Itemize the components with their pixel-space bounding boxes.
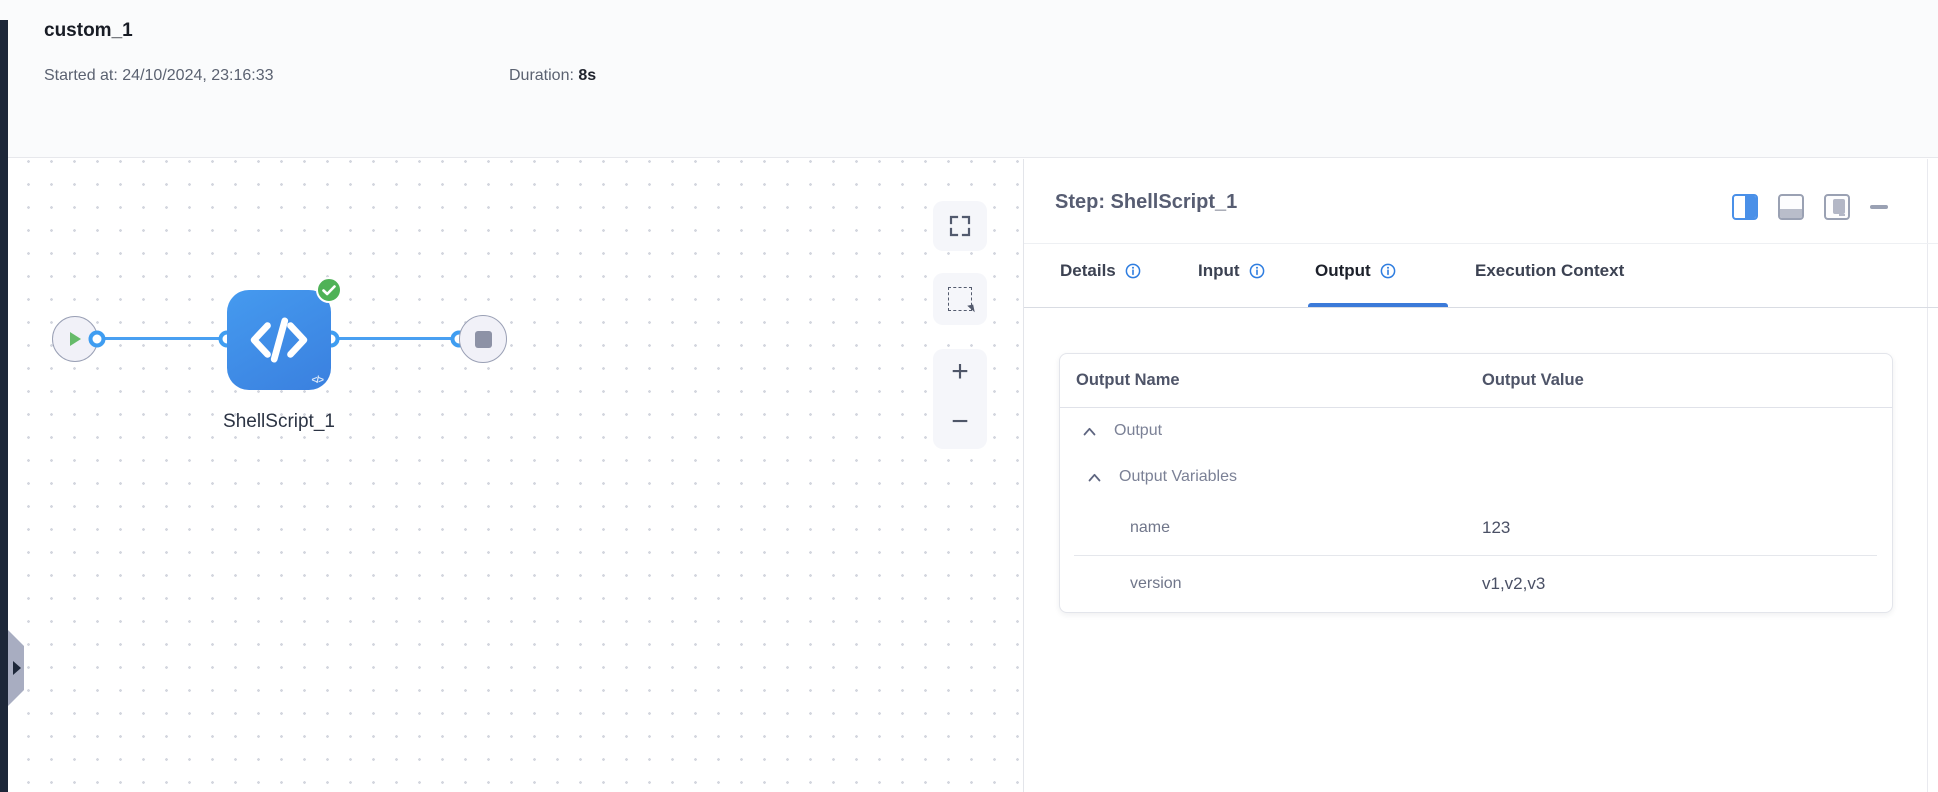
panel-edge-divider bbox=[1927, 159, 1928, 792]
code-icon bbox=[250, 317, 308, 363]
column-output-value: Output Value bbox=[1482, 371, 1584, 389]
output-variable-value: 123 bbox=[1482, 517, 1511, 537]
chevron-up-icon bbox=[1088, 473, 1101, 481]
tabs-bottom-divider bbox=[1024, 307, 1938, 308]
table-row: Output bbox=[1060, 408, 1892, 454]
chevron-up-icon bbox=[1083, 427, 1096, 435]
output-variable-name: version bbox=[1130, 574, 1182, 592]
shellscript-step-node[interactable]: </> bbox=[227, 290, 331, 390]
started-at-text: Started at: 24/10/2024, 23:16:33 bbox=[44, 67, 274, 85]
output-variable-value: v1,v2,v3 bbox=[1482, 573, 1546, 593]
step-node-label: ShellScript_1 bbox=[223, 411, 335, 432]
pipeline-canvas[interactable]: </> ShellScript_1 + − bbox=[8, 159, 1024, 792]
column-output-name: Output Name bbox=[1076, 371, 1180, 389]
panel-layout-controls bbox=[1732, 194, 1888, 220]
tab-output-active[interactable]: Output bbox=[1315, 261, 1396, 281]
info-icon bbox=[1125, 263, 1141, 279]
tab-details[interactable]: Details bbox=[1060, 261, 1141, 281]
info-icon bbox=[1249, 263, 1264, 279]
started-at-label: Started at: bbox=[44, 67, 118, 84]
expand-sidebar-handle[interactable] bbox=[8, 630, 24, 706]
selection-box-icon bbox=[948, 287, 972, 311]
execution-detail-page: custom_1 Started at: 24/10/2024, 23:16:3… bbox=[0, 0, 1938, 792]
run-title: custom_1 bbox=[44, 20, 133, 41]
check-icon bbox=[322, 284, 336, 295]
minimize-panel-icon[interactable] bbox=[1870, 205, 1888, 209]
port-start-out[interactable] bbox=[88, 330, 106, 348]
edge-start-to-step bbox=[97, 337, 228, 340]
sidebar-handle-shape bbox=[8, 630, 24, 706]
layout-bottom-panel-icon[interactable] bbox=[1778, 194, 1804, 220]
tab-execution-context[interactable]: Execution Context bbox=[1475, 261, 1624, 281]
tab-input[interactable]: Input bbox=[1198, 261, 1265, 281]
left-edge-rail bbox=[0, 20, 8, 792]
zoom-controls: + − bbox=[933, 349, 987, 449]
tab-output-label: Output bbox=[1315, 261, 1371, 280]
success-check-badge bbox=[316, 277, 342, 303]
layout-drawer-icon[interactable] bbox=[1824, 194, 1850, 220]
table-row: version v1,v2,v3 bbox=[1060, 556, 1892, 611]
duration-text: Duration: 8s bbox=[509, 67, 596, 85]
duration-value: 8s bbox=[578, 67, 597, 84]
group-label: Output Variables bbox=[1119, 468, 1237, 485]
started-at-value: 24/10/2024, 23:16:33 bbox=[122, 67, 274, 84]
play-icon bbox=[69, 332, 81, 346]
duration-label: Duration: bbox=[509, 67, 574, 84]
group-label: Output bbox=[1114, 422, 1163, 439]
step-details-panel: Step: ShellScript_1 Details Input Output… bbox=[1024, 159, 1938, 792]
output-variable-name: name bbox=[1130, 518, 1171, 536]
marquee-select-button[interactable] bbox=[933, 273, 987, 325]
run-header: custom_1 Started at: 24/10/2024, 23:16:3… bbox=[0, 0, 1938, 158]
panel-header-divider bbox=[1024, 243, 1938, 244]
output-table-card: Output Name Output Value Output Output V… bbox=[1059, 353, 1893, 613]
tab-input-label: Input bbox=[1198, 261, 1240, 280]
fullscreen-icon bbox=[949, 215, 971, 237]
collapse-output-variables-button[interactable] bbox=[1088, 473, 1101, 482]
step-panel-title: Step: ShellScript_1 bbox=[1055, 191, 1238, 213]
tab-execution-context-label: Execution Context bbox=[1475, 261, 1625, 280]
stop-icon bbox=[474, 330, 492, 348]
table-row: Output Variables bbox=[1060, 454, 1892, 500]
fit-to-screen-button[interactable] bbox=[933, 201, 987, 251]
layout-right-split-icon[interactable] bbox=[1732, 194, 1758, 220]
collapse-output-button[interactable] bbox=[1083, 427, 1096, 436]
table-header-row: Output Name Output Value bbox=[1060, 354, 1892, 408]
tab-details-label: Details bbox=[1060, 261, 1116, 280]
edge-step-to-end bbox=[331, 337, 459, 340]
zoom-in-button[interactable]: + bbox=[951, 357, 969, 387]
shell-script-type-icon: </> bbox=[311, 375, 325, 386]
end-node[interactable] bbox=[459, 315, 507, 363]
info-icon bbox=[1380, 263, 1396, 279]
zoom-out-button[interactable]: − bbox=[951, 407, 969, 437]
table-row: name 123 bbox=[1060, 500, 1892, 555]
